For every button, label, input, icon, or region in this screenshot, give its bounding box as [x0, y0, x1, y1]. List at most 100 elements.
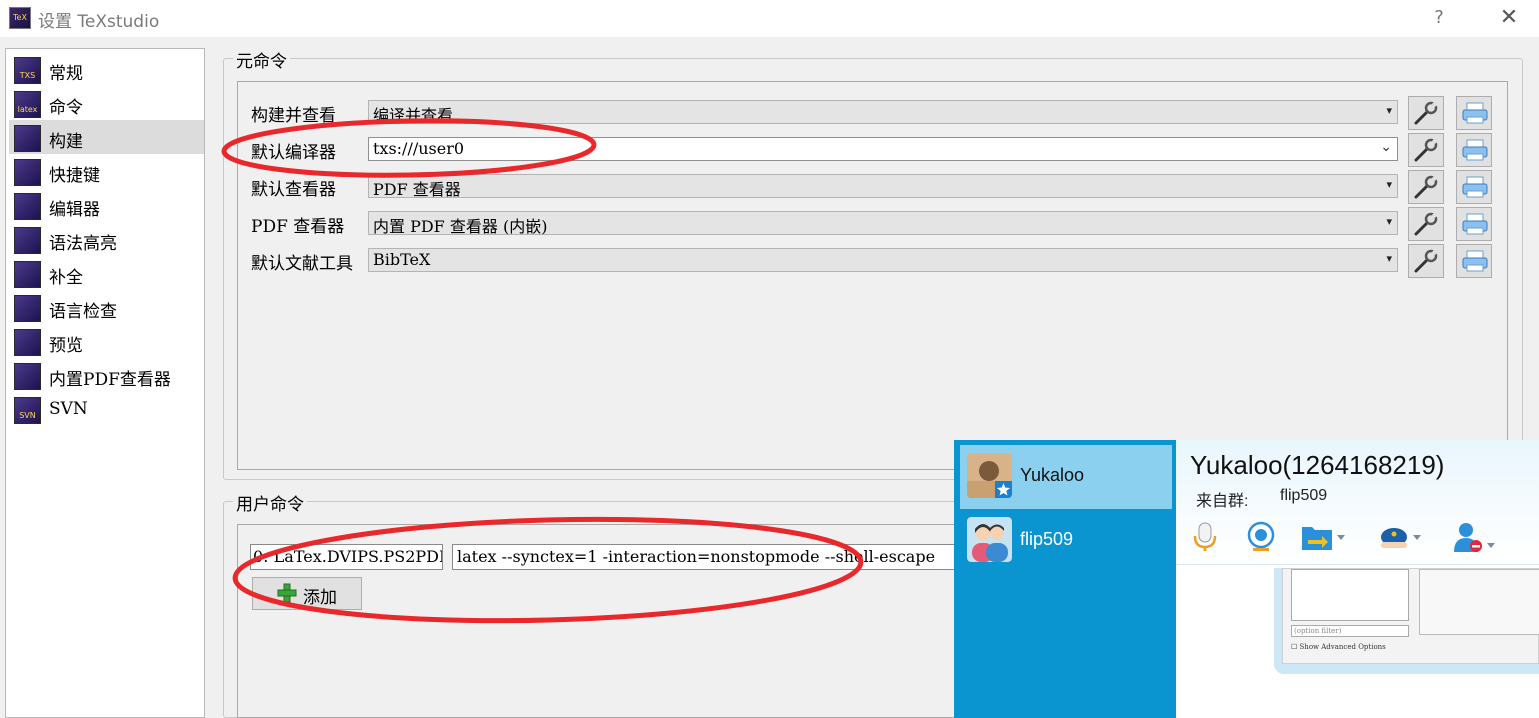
sidebar-item-language-checking[interactable]: 语言检查: [9, 290, 204, 324]
pdf-viewer-icon: [14, 363, 41, 390]
dropdown-arrow-icon: ▾: [1386, 104, 1392, 117]
help-button[interactable]: ?: [1425, 4, 1453, 32]
sidebar-item-label: 构建: [49, 132, 83, 152]
avatar: [967, 453, 1012, 498]
close-button[interactable]: ✕: [1494, 4, 1524, 32]
combo-value: txs:///user0: [373, 139, 465, 158]
qq-contact-yukaloo[interactable]: Yukaloo: [960, 445, 1172, 509]
reset-build-and-view-button[interactable]: [1456, 96, 1492, 130]
user-command-name-field[interactable]: 0: LaTex.DVIPS.PS2PDF: [250, 544, 443, 570]
printer-icon: [1462, 250, 1488, 272]
add-command-button[interactable]: 添加: [252, 577, 362, 610]
sidebar-item-general[interactable]: TXS 常规: [9, 52, 204, 86]
title-bar: TeX 设置 TeXstudio ? ✕: [0, 0, 1539, 37]
combo-value: 编译并查看: [373, 106, 454, 125]
plus-icon: [277, 583, 297, 603]
sidebar-item-label: 语法高亮: [49, 234, 117, 254]
reset-default-compiler-button[interactable]: [1456, 133, 1492, 167]
default-bibliography-tool-label: 默认文献工具: [251, 254, 353, 274]
dropdown-arrow-icon: ▾: [1386, 252, 1392, 265]
wrench-icon: [1414, 175, 1438, 199]
editor-icon: [14, 193, 41, 220]
qq-message-image[interactable]: (option filter) ☐ Show Advanced Options: [1274, 568, 1539, 674]
spellcheck-icon: [14, 295, 41, 322]
preview-list-box: [1291, 569, 1409, 621]
qq-contact-name: Yukaloo: [1020, 465, 1085, 485]
qq-from-group-value: flip509: [1280, 487, 1328, 504]
sidebar-item-completion[interactable]: 补全: [9, 256, 204, 290]
configure-bibliography-tool-button[interactable]: [1408, 244, 1444, 278]
default-viewer-label: 默认查看器: [251, 180, 336, 200]
qq-from-group-label: 来自群:: [1196, 493, 1249, 510]
dropdown-arrow-icon: ▾: [1386, 178, 1392, 191]
sidebar-item-commands[interactable]: latex 命令: [9, 86, 204, 120]
build-and-view-combo[interactable]: 编译并查看 ▾: [368, 100, 1398, 125]
configure-default-compiler-button[interactable]: [1408, 133, 1444, 167]
microphone-icon[interactable]: [1188, 520, 1222, 554]
sidebar-item-label: 内置PDF查看器: [49, 370, 171, 390]
sidebar-item-build[interactable]: 构建: [9, 120, 204, 154]
combo-value: PDF 查看器: [373, 180, 461, 199]
user-command-value-field[interactable]: latex --synctex=1 -interaction=nonstopmo…: [452, 544, 972, 570]
reset-pdf-viewer-button[interactable]: [1456, 207, 1492, 241]
dropdown-arrow-icon: ▾: [1386, 215, 1392, 228]
meta-commands-title: 元命令: [233, 47, 290, 72]
configure-default-viewer-button[interactable]: [1408, 170, 1444, 204]
remove-member-icon[interactable]: [1452, 520, 1498, 554]
sidebar-item-label: 编辑器: [49, 200, 100, 220]
sidebar-item-internal-pdf-viewer[interactable]: 内置PDF查看器: [9, 358, 204, 392]
sidebar-item-label: SVN: [49, 399, 88, 419]
qq-contact-flip509[interactable]: flip509: [960, 509, 1172, 573]
configure-build-and-view-button[interactable]: [1408, 96, 1444, 130]
printer-icon: [1462, 176, 1488, 198]
sidebar-item-syntax-highlighting[interactable]: 语法高亮: [9, 222, 204, 256]
texstudio-app-icon: TeX: [9, 7, 31, 29]
preview-side-box: [1419, 569, 1539, 635]
qq-chat-title: Yukaloo(1264168219): [1190, 450, 1445, 480]
qq-chat-panel: Yukaloo(1264168219) 来自群: flip509 (option…: [1176, 440, 1539, 718]
default-bibliography-tool-combo[interactable]: BibTeX ▾: [368, 248, 1398, 272]
wrench-icon: [1414, 138, 1438, 162]
sidebar-item-shortcuts[interactable]: 快捷键: [9, 154, 204, 188]
pdf-viewer-combo[interactable]: 内置 PDF 查看器 (内嵌) ▾: [368, 211, 1398, 236]
wrench-icon: [1414, 212, 1438, 236]
qq-contact-name: flip509: [1020, 529, 1074, 549]
build-icon: [14, 125, 41, 152]
build-and-view-label: 构建并查看: [251, 106, 336, 126]
reset-default-viewer-button[interactable]: [1456, 170, 1492, 204]
sidebar-item-label: 补全: [49, 268, 83, 288]
combo-value: BibTeX: [373, 250, 431, 269]
preview-advanced-checkbox: ☐ Show Advanced Options: [1291, 643, 1386, 651]
completion-icon: [14, 261, 41, 288]
default-viewer-combo[interactable]: PDF 查看器 ▾: [368, 174, 1398, 199]
preview-checkbox-label: Show Advanced Options: [1299, 643, 1386, 651]
wrench-icon: [1414, 249, 1438, 273]
printer-icon: [1462, 139, 1488, 161]
group-icon[interactable]: [1378, 520, 1424, 554]
default-compiler-combo[interactable]: txs:///user0 ⌄: [368, 137, 1398, 161]
reset-bibliography-tool-button[interactable]: [1456, 244, 1492, 278]
sidebar-item-label: 命令: [49, 98, 83, 118]
sidebar-item-svn[interactable]: SVN SVN: [9, 392, 204, 426]
user-commands-title: 用户命令: [233, 490, 307, 515]
send-file-icon[interactable]: [1300, 520, 1346, 554]
combo-value: 内置 PDF 查看器 (内嵌): [373, 217, 548, 236]
sidebar-item-label: 快捷键: [49, 166, 100, 186]
qq-contact-list: Yukaloo flip509: [954, 440, 1176, 718]
sidebar-item-label: 语言检查: [49, 302, 117, 322]
add-command-label: 添加: [303, 588, 337, 608]
qq-toolbar-divider: [1176, 564, 1539, 565]
latex-icon: latex: [14, 91, 41, 118]
default-compiler-label: 默认编译器: [251, 143, 336, 163]
settings-sidebar: TXS 常规 latex 命令 构建 快捷键 编辑器 语法高亮 补全 语言检查 …: [5, 48, 205, 718]
configure-pdf-viewer-button[interactable]: [1408, 207, 1444, 241]
group-avatar: [967, 517, 1012, 562]
webcam-icon[interactable]: [1244, 520, 1278, 554]
qq-chat-window: Yukaloo flip509 Yukaloo(1264168219) 来自群:…: [954, 440, 1539, 718]
sidebar-item-editor[interactable]: 编辑器: [9, 188, 204, 222]
sidebar-item-preview[interactable]: 预览: [9, 324, 204, 358]
highlight-icon: [14, 227, 41, 254]
preview-icon: [14, 329, 41, 356]
preview-filter-field: (option filter): [1291, 625, 1409, 637]
qq-image-content: (option filter) ☐ Show Advanced Options: [1282, 568, 1539, 664]
